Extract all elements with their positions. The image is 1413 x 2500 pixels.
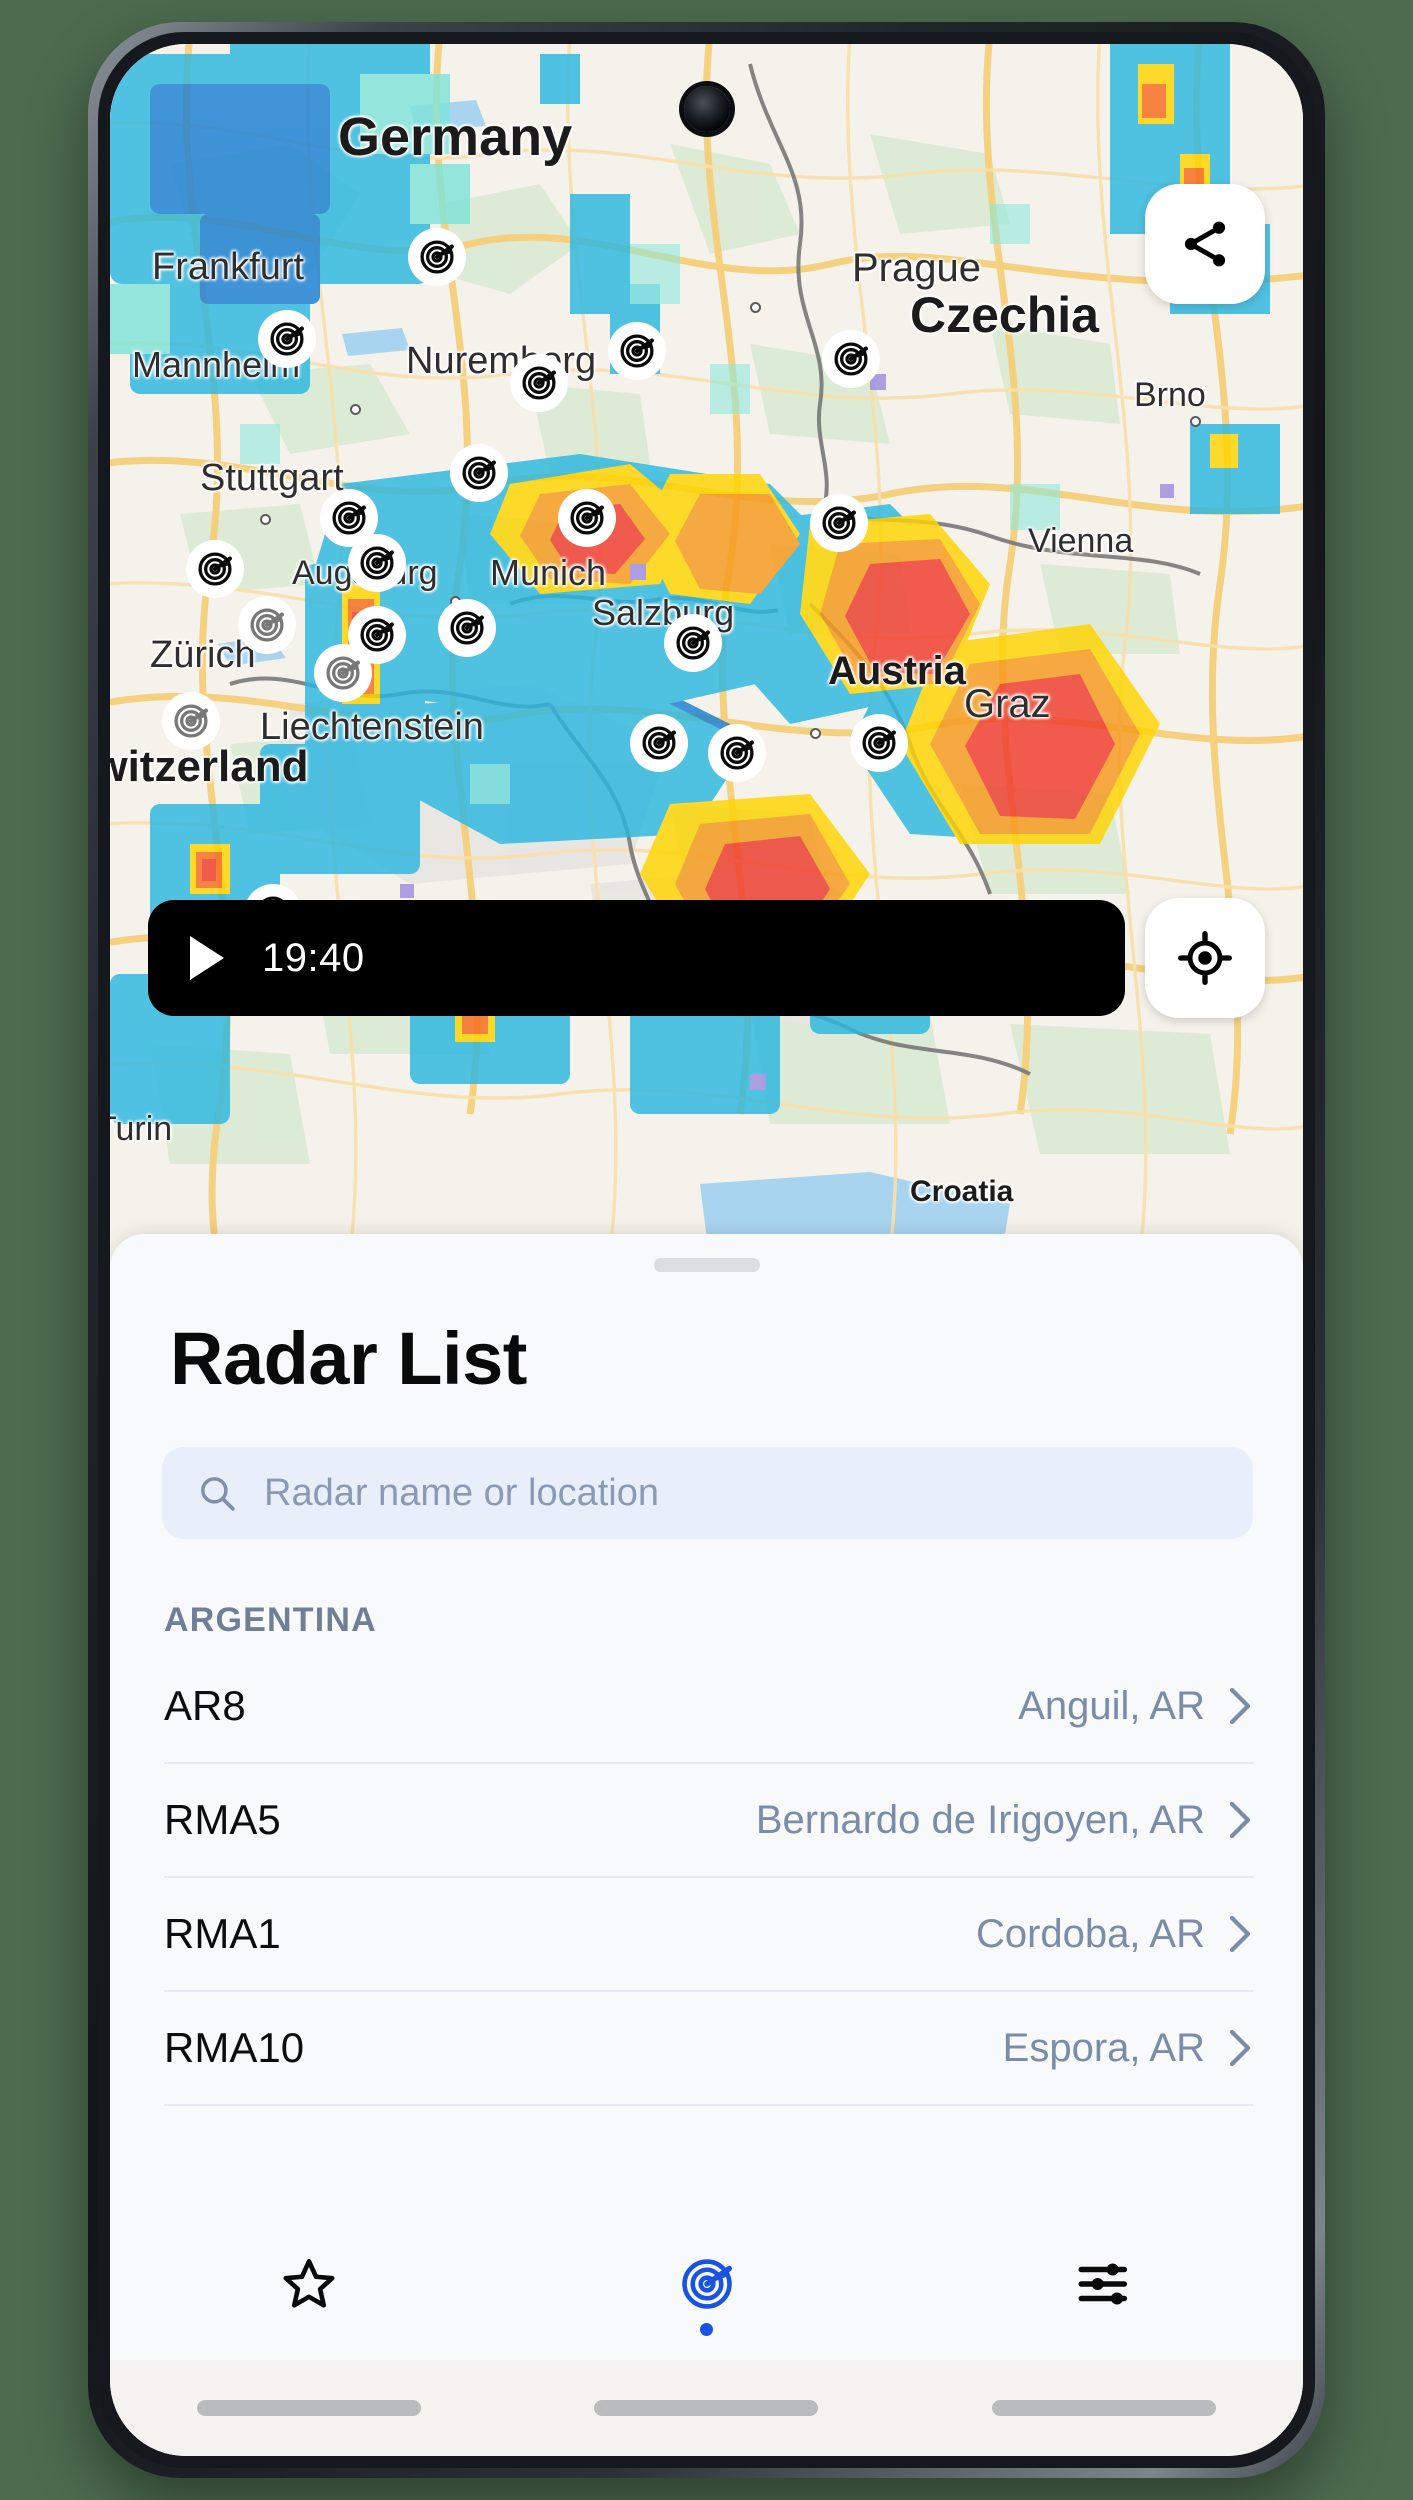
radar-station-icon: [332, 501, 366, 535]
radar-station-marker[interactable]: [708, 724, 766, 782]
nav-radars[interactable]: [508, 2255, 906, 2336]
chevron-right-icon: [1229, 2029, 1251, 2067]
radar-station-marker[interactable]: [810, 494, 868, 552]
radar-station-icon: [676, 626, 710, 660]
radar-station-marker[interactable]: [630, 714, 688, 772]
radar-list-row[interactable]: RMA10 Espora, AR: [164, 1992, 1253, 2106]
chevron-right-icon: [1229, 1687, 1251, 1725]
map-city-dot: [810, 728, 821, 739]
crosshair-icon: [1178, 931, 1232, 985]
radar-station-marker[interactable]: [348, 534, 406, 592]
radar-row-right: Cordoba, AR: [976, 1912, 1253, 1957]
radar-station-marker[interactable]: [558, 489, 616, 547]
radar-station-marker[interactable]: [664, 614, 722, 672]
play-icon[interactable]: [190, 936, 224, 980]
radar-station-icon: [642, 726, 676, 760]
radar-station-icon: [420, 240, 454, 274]
sheet-drag-handle[interactable]: [653, 1258, 760, 1272]
radar-location: Espora, AR: [1002, 2025, 1205, 2070]
radar-station-icon: [360, 618, 394, 652]
radar-group-list: ARGENTINA AR8 Anguil, AR RMA5 Bernardo de Ir…: [110, 1601, 1303, 2106]
radar-icon: [681, 2258, 732, 2309]
bottom-navigation-bar: [110, 2230, 1303, 2360]
radar-station-icon: [360, 546, 394, 580]
timeline-time: 19:40: [262, 935, 365, 980]
radar-station-marker[interactable]: [238, 596, 296, 654]
radar-list-row[interactable]: RMA1 Cordoba, AR: [164, 1878, 1253, 1992]
map-city-dot: [750, 302, 761, 313]
radar-station-marker[interactable]: [510, 354, 568, 412]
radar-station-marker[interactable]: [186, 540, 244, 598]
radar-station-icon: [862, 726, 896, 760]
radar-station-marker[interactable]: [162, 692, 220, 750]
radar-station-marker[interactable]: [850, 714, 908, 772]
nav-favorites[interactable]: [110, 2255, 508, 2336]
radar-code: AR8: [164, 1682, 246, 1729]
radar-station-icon: [620, 334, 654, 368]
nav-active-indicator: [700, 2322, 713, 2336]
radar-code: RMA5: [164, 1796, 281, 1843]
search-input[interactable]: [264, 1471, 1219, 1515]
screenshot-root: GermanyCzechiaAustriaSwitzerlandCroatiaF…: [0, 0, 1413, 2500]
nav-settings[interactable]: [905, 2255, 1303, 2336]
radar-station-icon: [834, 342, 868, 376]
radar-station-icon: [462, 456, 496, 490]
radar-rows: AR8 Anguil, AR RMA5 Bernardo de Irigoyen, A…: [110, 1650, 1303, 2106]
map-city-dot: [260, 514, 271, 525]
system-nav-home[interactable]: [594, 2400, 819, 2416]
radar-station-icon: [174, 704, 208, 738]
locate-button[interactable]: [1145, 898, 1265, 1018]
map-city-dot: [350, 404, 361, 415]
map-city-dot: [1190, 416, 1201, 427]
radar-station-marker[interactable]: [822, 330, 880, 388]
search-icon: [201, 1477, 235, 1511]
radar-code: RMA10: [164, 2024, 305, 2071]
radar-station-marker[interactable]: [438, 599, 496, 657]
radar-list-row[interactable]: AR8 Anguil, AR: [164, 1650, 1253, 1764]
radar-station-icon: [822, 506, 856, 540]
radar-code: RMA1: [164, 1910, 281, 1957]
page-title: Radar List: [170, 1317, 527, 1400]
radar-list-row[interactable]: RMA5 Bernardo de Irigoyen, AR: [164, 1764, 1253, 1878]
chevron-right-icon: [1229, 1801, 1251, 1839]
system-nav-back[interactable]: [992, 2400, 1217, 2416]
radar-station-icon: [270, 322, 304, 356]
share-button[interactable]: [1145, 184, 1265, 304]
radar-location: Anguil, AR: [1018, 1683, 1205, 1728]
radar-row-right: Espora, AR: [1003, 2026, 1253, 2071]
radar-station-marker[interactable]: [314, 644, 372, 702]
radar-location: Cordoba, AR: [975, 1911, 1205, 1956]
star-icon: [283, 2258, 335, 2308]
radar-location: Bernardo de Irigoyen, AR: [755, 1797, 1205, 1842]
radar-station-marker[interactable]: [450, 444, 508, 502]
radar-station-icon: [522, 366, 556, 400]
phone-screen: GermanyCzechiaAustriaSwitzerlandCroatiaF…: [110, 44, 1303, 2456]
radar-station-icon: [570, 501, 604, 535]
radar-station-marker[interactable]: [258, 310, 316, 368]
radar-station-marker[interactable]: [608, 322, 666, 380]
radar-row-right: Bernardo de Irigoyen, AR: [756, 1798, 1253, 1843]
radar-station-icon: [326, 656, 360, 690]
front-camera-cutout: [683, 86, 730, 132]
chevron-right-icon: [1229, 1915, 1251, 1953]
radar-station-icon: [450, 611, 484, 645]
radar-station-icon: [720, 736, 754, 770]
radar-map[interactable]: GermanyCzechiaAustriaSwitzerlandCroatiaF…: [110, 44, 1303, 1264]
radar-row-right: Anguil, AR: [1018, 1684, 1253, 1729]
share-icon: [1184, 221, 1226, 267]
system-nav-recents[interactable]: [196, 2400, 421, 2416]
radar-group-header: ARGENTINA: [164, 1601, 377, 1639]
radar-station-marker[interactable]: [408, 228, 466, 286]
search-field[interactable]: [162, 1447, 1253, 1539]
sliders-icon: [1078, 2262, 1128, 2305]
android-system-navigation: [110, 2360, 1303, 2456]
radar-station-icon: [198, 552, 232, 586]
timeline-playback-bar[interactable]: 19:40: [148, 900, 1125, 1016]
radar-station-icon: [250, 608, 284, 642]
